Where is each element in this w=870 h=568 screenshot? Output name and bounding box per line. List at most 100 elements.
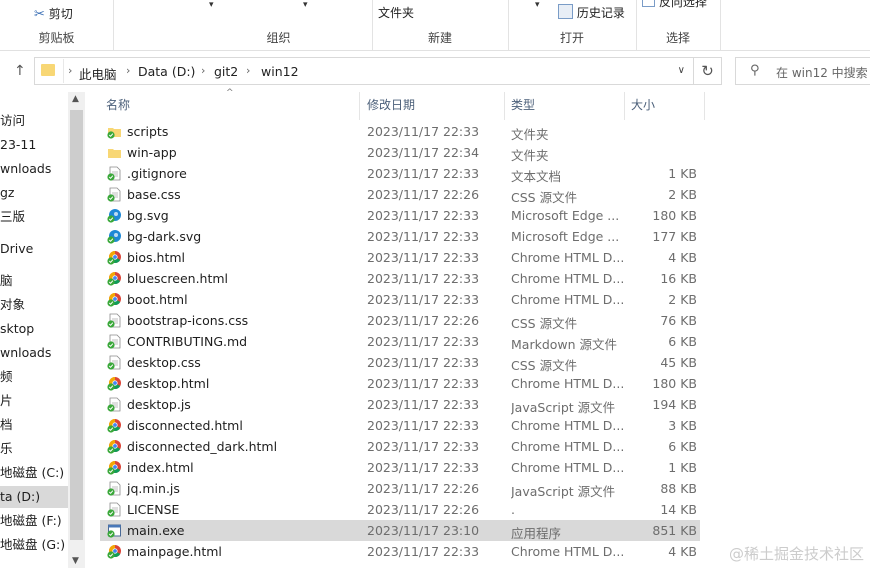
nav-item[interactable]: 片 xyxy=(0,390,68,412)
nav-item[interactable]: 23-11 xyxy=(0,134,68,156)
new-folder-button[interactable]: 文件夹 xyxy=(378,4,414,21)
nav-item[interactable]: sktop xyxy=(0,318,68,340)
file-date: 2023/11/17 22:33 xyxy=(367,292,480,307)
column-divider[interactable] xyxy=(624,92,625,120)
file-size: 14 KB xyxy=(660,502,697,517)
edge-icon xyxy=(107,229,122,244)
file-type: Markdown 源文件 xyxy=(511,337,618,352)
file-row[interactable]: bootstrap-icons.css 2023/11/17 22:26 CSS 源… xyxy=(100,310,700,331)
file-row[interactable]: desktop.css 2023/11/17 22:33 CSS 源文件 45 KB xyxy=(100,352,700,373)
nav-scrollbar[interactable]: ▲ ▼ xyxy=(68,92,85,568)
scrollbar-thumb[interactable] xyxy=(70,110,83,540)
file-date: 2023/11/17 22:33 xyxy=(367,439,480,454)
nav-item[interactable]: 频 xyxy=(0,366,68,388)
breadcrumb-drive[interactable]: Data (D:) xyxy=(138,64,195,79)
select-group-label: 选择 xyxy=(665,31,690,45)
chevron-right-icon[interactable]: › xyxy=(126,64,130,77)
nav-item[interactable]: 地磁盘 (F:) xyxy=(0,510,68,532)
open-dropdown-icon[interactable]: ▾ xyxy=(535,0,540,10)
nav-item[interactable]: gz xyxy=(0,182,68,204)
chevron-right-icon[interactable]: › xyxy=(201,64,205,77)
nav-item-selected[interactable]: ta (D:) xyxy=(0,486,68,508)
chevron-right-icon[interactable]: › xyxy=(68,64,72,77)
file-name: LICENSE xyxy=(127,502,180,517)
file-row[interactable]: scripts 2023/11/17 22:33 文件夹 xyxy=(100,121,700,142)
file-name: desktop.css xyxy=(127,355,201,370)
file-row[interactable]: win-app 2023/11/17 22:34 文件夹 xyxy=(100,142,700,163)
nav-item[interactable]: 对象 xyxy=(0,294,68,316)
breadcrumb-this-pc[interactable]: 此电脑 xyxy=(79,64,117,83)
column-divider[interactable] xyxy=(504,92,505,120)
history-button[interactable]: 历史记录 xyxy=(558,4,625,21)
file-row[interactable]: bios.html 2023/11/17 22:33 Chrome HTML D..… xyxy=(100,247,700,268)
file-row[interactable]: desktop.js 2023/11/17 22:33 JavaScript 源文件… xyxy=(100,394,700,415)
file-type: JavaScript 源文件 xyxy=(511,400,616,415)
scroll-down-icon[interactable]: ▼ xyxy=(72,556,79,566)
file-row[interactable]: CONTRIBUTING.md 2023/11/17 22:33 Markdown … xyxy=(100,331,700,352)
breadcrumb-git2[interactable]: git2 xyxy=(214,64,238,79)
file-row-selected[interactable]: main.exe 2023/11/17 23:10 应用程序 851 KB xyxy=(100,520,700,541)
file-size: 88 KB xyxy=(660,481,697,496)
nav-item[interactable]: wnloads xyxy=(0,342,68,364)
file-row[interactable]: boot.html 2023/11/17 22:33 Chrome HTML D..… xyxy=(100,289,700,310)
file-size: 16 KB xyxy=(660,271,697,286)
copy-to-dropdown-icon[interactable]: ▾ xyxy=(303,0,308,10)
address-bar[interactable]: › 此电脑 › Data (D:) › git2 › win12 ∨ xyxy=(34,57,694,85)
file-size: 76 KB xyxy=(660,313,697,328)
folder-icon xyxy=(41,64,55,76)
file-row[interactable]: bluescreen.html 2023/11/17 22:33 Chrome HT… xyxy=(100,268,700,289)
nav-item[interactable]: 地磁盘 (C:) xyxy=(0,462,68,484)
file-type: Chrome HTML D... xyxy=(511,292,623,307)
file-row[interactable]: desktop.html 2023/11/17 22:33 Chrome HTML … xyxy=(100,373,700,394)
file-row[interactable]: bg-dark.svg 2023/11/17 22:33 Microsoft Edg… xyxy=(100,226,700,247)
file-row[interactable]: bg.svg 2023/11/17 22:33 Microsoft Edge ...… xyxy=(100,205,700,226)
chevron-down-icon[interactable]: ∨ xyxy=(678,65,685,76)
up-arrow-icon[interactable]: ↑ xyxy=(14,63,26,79)
column-header-date[interactable]: 修改日期 xyxy=(367,96,415,113)
nav-item[interactable]: 档 xyxy=(0,414,68,436)
file-row[interactable]: LICENSE 2023/11/17 22:26. 14 KB xyxy=(100,499,700,520)
column-divider[interactable] xyxy=(359,92,360,120)
organize-group-label: 组织 xyxy=(266,31,291,45)
file-date: 2023/11/17 22:33 xyxy=(367,397,480,412)
file-row[interactable]: .gitignore 2023/11/17 22:33 文本文档 1 KB xyxy=(100,163,700,184)
nav-item[interactable]: 三版 xyxy=(0,206,68,228)
folder-icon xyxy=(107,145,122,160)
nav-item[interactable]: 脑 xyxy=(0,270,68,292)
nav-item[interactable]: 乐 xyxy=(0,438,68,460)
chevron-right-icon[interactable]: › xyxy=(246,64,250,77)
invert-selection-button[interactable]: 反向选择 xyxy=(642,0,707,10)
refresh-button[interactable]: ↻ xyxy=(694,57,722,85)
search-input[interactable]: ⚲ 在 win12 中搜索 xyxy=(735,57,870,85)
address-row: ↑ › 此电脑 › Data (D:) › git2 › win12 ∨ ↻ ⚲… xyxy=(0,54,870,88)
file-date: 2023/11/17 22:33 xyxy=(367,124,480,139)
file-name: bootstrap-icons.css xyxy=(127,313,249,328)
file-size: 45 KB xyxy=(660,355,697,370)
cut-button[interactable]: ✂ 剪切 xyxy=(34,5,73,22)
file-size: 180 KB xyxy=(652,376,697,391)
column-divider[interactable] xyxy=(704,92,705,120)
file-row[interactable]: jq.min.js 2023/11/17 22:26 JavaScript 源文件 8… xyxy=(100,478,700,499)
column-header-type[interactable]: 类型 xyxy=(511,96,535,113)
sort-ascending-icon: ^ xyxy=(226,88,234,98)
file-row[interactable]: mainpage.html 2023/11/17 22:33 Chrome HTML… xyxy=(100,541,700,562)
nav-item[interactable]: 访问 xyxy=(0,110,68,132)
file-size: 1 KB xyxy=(668,460,697,475)
nav-item[interactable]: wnloads xyxy=(0,158,68,180)
file-row[interactable]: index.html 2023/11/17 22:33 Chrome HTML D.… xyxy=(100,457,700,478)
file-name: bg.svg xyxy=(127,208,169,223)
nav-item[interactable]: 地磁盘 (G:) xyxy=(0,534,68,556)
file-name: CONTRIBUTING.md xyxy=(127,334,248,349)
file-row[interactable]: disconnected_dark.html 2023/11/17 22:33 Ch… xyxy=(100,436,700,457)
file-size: 2 KB xyxy=(668,187,697,202)
move-to-dropdown-icon[interactable]: ▾ xyxy=(209,0,214,10)
file-row[interactable]: disconnected.html 2023/11/17 22:33 Chrome … xyxy=(100,415,700,436)
file-row[interactable]: base.css 2023/11/17 22:26 CSS 源文件 2 KB xyxy=(100,184,700,205)
breadcrumb-win12[interactable]: win12 xyxy=(261,64,299,79)
file-type: 文件夹 xyxy=(511,148,549,163)
column-header-size[interactable]: 大小 xyxy=(631,96,655,113)
nav-item[interactable]: Drive xyxy=(0,238,68,260)
file-size: 194 KB xyxy=(652,397,697,412)
scroll-up-icon[interactable]: ▲ xyxy=(72,94,79,104)
column-header-name[interactable]: 名称 xyxy=(106,96,130,113)
